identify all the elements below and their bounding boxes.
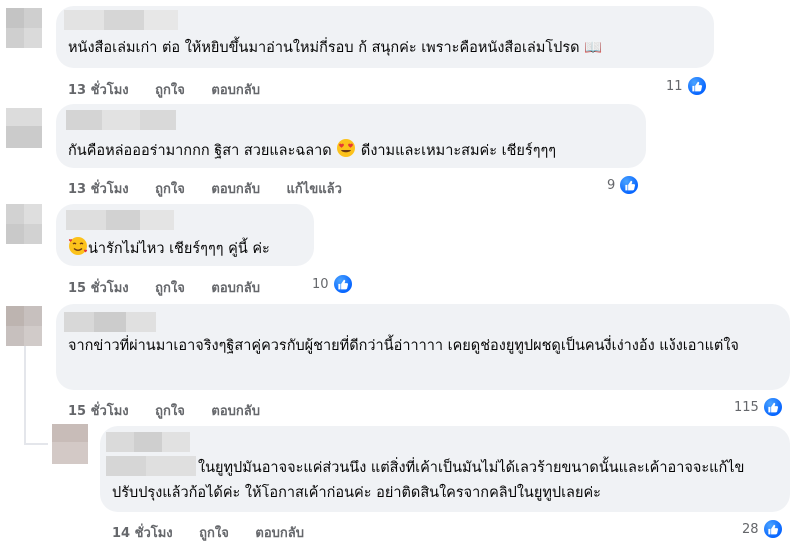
avatar[interactable] [6, 108, 42, 148]
avatar[interactable] [6, 204, 42, 244]
comment-bubble: กันคือหล่อออร่ามากกก ฐิสา สวยและฉลาด ดีง… [56, 104, 646, 168]
like-icon [331, 273, 354, 295]
reaction-number: 9 [607, 177, 616, 193]
comment-bubble: น่ารักไม่ไหว เชียร์ๆๆๆ คู่นี้ ค่ะ [56, 204, 314, 266]
comment-bubble: จากข่าวที่ผ่านมาเอาจริงๆฐิสาคู่ควรกับผู้… [56, 304, 790, 390]
reply-button[interactable]: ตอบกลับ [211, 281, 260, 296]
reply-button[interactable]: ตอบกลับ [211, 404, 260, 419]
smiling-face-with-hearts-emoji-icon [68, 236, 88, 265]
reply-button[interactable]: ตอบกลับ [211, 182, 260, 197]
comment-text: กันคือหล่อออร่ามากกก ฐิสา สวยและฉลาด ดีง… [68, 138, 556, 167]
reaction-count[interactable]: 10 [312, 273, 354, 295]
comment-actions: 13 ชั่วโมง ถูกใจ ตอบกลับ [68, 79, 282, 100]
reaction-number: 115 [734, 399, 759, 415]
like-icon [685, 75, 708, 97]
like-button[interactable]: ถูกใจ [155, 83, 185, 98]
reaction-count[interactable]: 11 [666, 75, 708, 97]
like-icon [761, 518, 784, 540]
thread-line [24, 443, 48, 445]
comment-time[interactable]: 13 ชั่วโมง [68, 182, 129, 197]
comment-actions: 13 ชั่วโมง ถูกใจ ตอบกลับ แก้ไขแล้ว [68, 178, 364, 199]
reply-button[interactable]: ตอบกลับ [255, 526, 304, 541]
comment-time[interactable]: 14 ชั่วโมง [112, 526, 173, 541]
edited-label[interactable]: แก้ไขแล้ว [287, 182, 342, 197]
thread-line [24, 344, 26, 444]
like-icon [761, 396, 784, 418]
commenter-name-redacted[interactable] [64, 10, 178, 30]
reaction-number: 28 [742, 521, 759, 537]
like-button[interactable]: ถูกใจ [155, 404, 185, 419]
comment-text-part: กันคือหล่อออร่ามากกก ฐิสา สวยและฉลาด [68, 143, 332, 159]
comment-text-part: น่ารักไม่ไหว เชียร์ๆๆๆ คู่นี้ ค่ะ [88, 241, 270, 257]
comment-actions: 14 ชั่วโมง ถูกใจ ตอบกลับ [112, 522, 326, 543]
commenter-name-redacted[interactable] [106, 432, 190, 452]
comment-text: หนังสือเล่มเก่า ต่อ ให้หยิบขึ้นมาอ่านใหม… [68, 40, 603, 56]
comment-actions: 15 ชั่วโมง ถูกใจ ตอบกลับ [68, 400, 282, 421]
comment-text: จากข่าวที่ผ่านมาเอาจริงๆฐิสาคู่ควรกับผู้… [68, 338, 739, 354]
reply-bubble: ในยูทูปมันอาจจะแค่ส่วนนึง แต่สิ่งที่เค้า… [100, 426, 790, 512]
reaction-number: 11 [666, 78, 683, 94]
avatar[interactable] [52, 424, 88, 464]
heart-eyes-emoji-icon [336, 138, 356, 167]
commenter-name-redacted[interactable] [66, 110, 176, 130]
reaction-count[interactable]: 9 [607, 174, 641, 196]
comment-bubble: หนังสือเล่มเก่า ต่อ ให้หยิบขึ้นมาอ่านใหม… [56, 6, 714, 68]
comment-time[interactable]: 13 ชั่วโมง [68, 83, 129, 98]
reaction-count[interactable]: 115 [734, 396, 784, 418]
like-button[interactable]: ถูกใจ [199, 526, 229, 541]
comment-time[interactable]: 15 ชั่วโมง [68, 281, 129, 296]
like-button[interactable]: ถูกใจ [155, 281, 185, 296]
like-icon [618, 174, 641, 196]
avatar[interactable] [6, 306, 42, 346]
comment-text: น่ารักไม่ไหว เชียร์ๆๆๆ คู่นี้ ค่ะ [68, 236, 270, 265]
comment-text: ในยูทูปมันอาจจะแค่ส่วนนึง แต่สิ่งที่เค้า… [112, 460, 745, 501]
reply-button[interactable]: ตอบกลับ [211, 83, 260, 98]
comment-actions: 15 ชั่วโมง ถูกใจ ตอบกลับ [68, 277, 282, 298]
commenter-name-redacted[interactable] [66, 210, 174, 230]
reaction-count[interactable]: 28 [742, 518, 784, 540]
reaction-number: 10 [312, 276, 329, 292]
like-button[interactable]: ถูกใจ [155, 182, 185, 197]
comment-text-part: ดีงามและเหมาะสมค่ะ เชียร์ๆๆๆ [360, 143, 557, 159]
avatar[interactable] [6, 8, 42, 48]
commenter-name-redacted[interactable] [64, 312, 156, 332]
comment-time[interactable]: 15 ชั่วโมง [68, 404, 129, 419]
